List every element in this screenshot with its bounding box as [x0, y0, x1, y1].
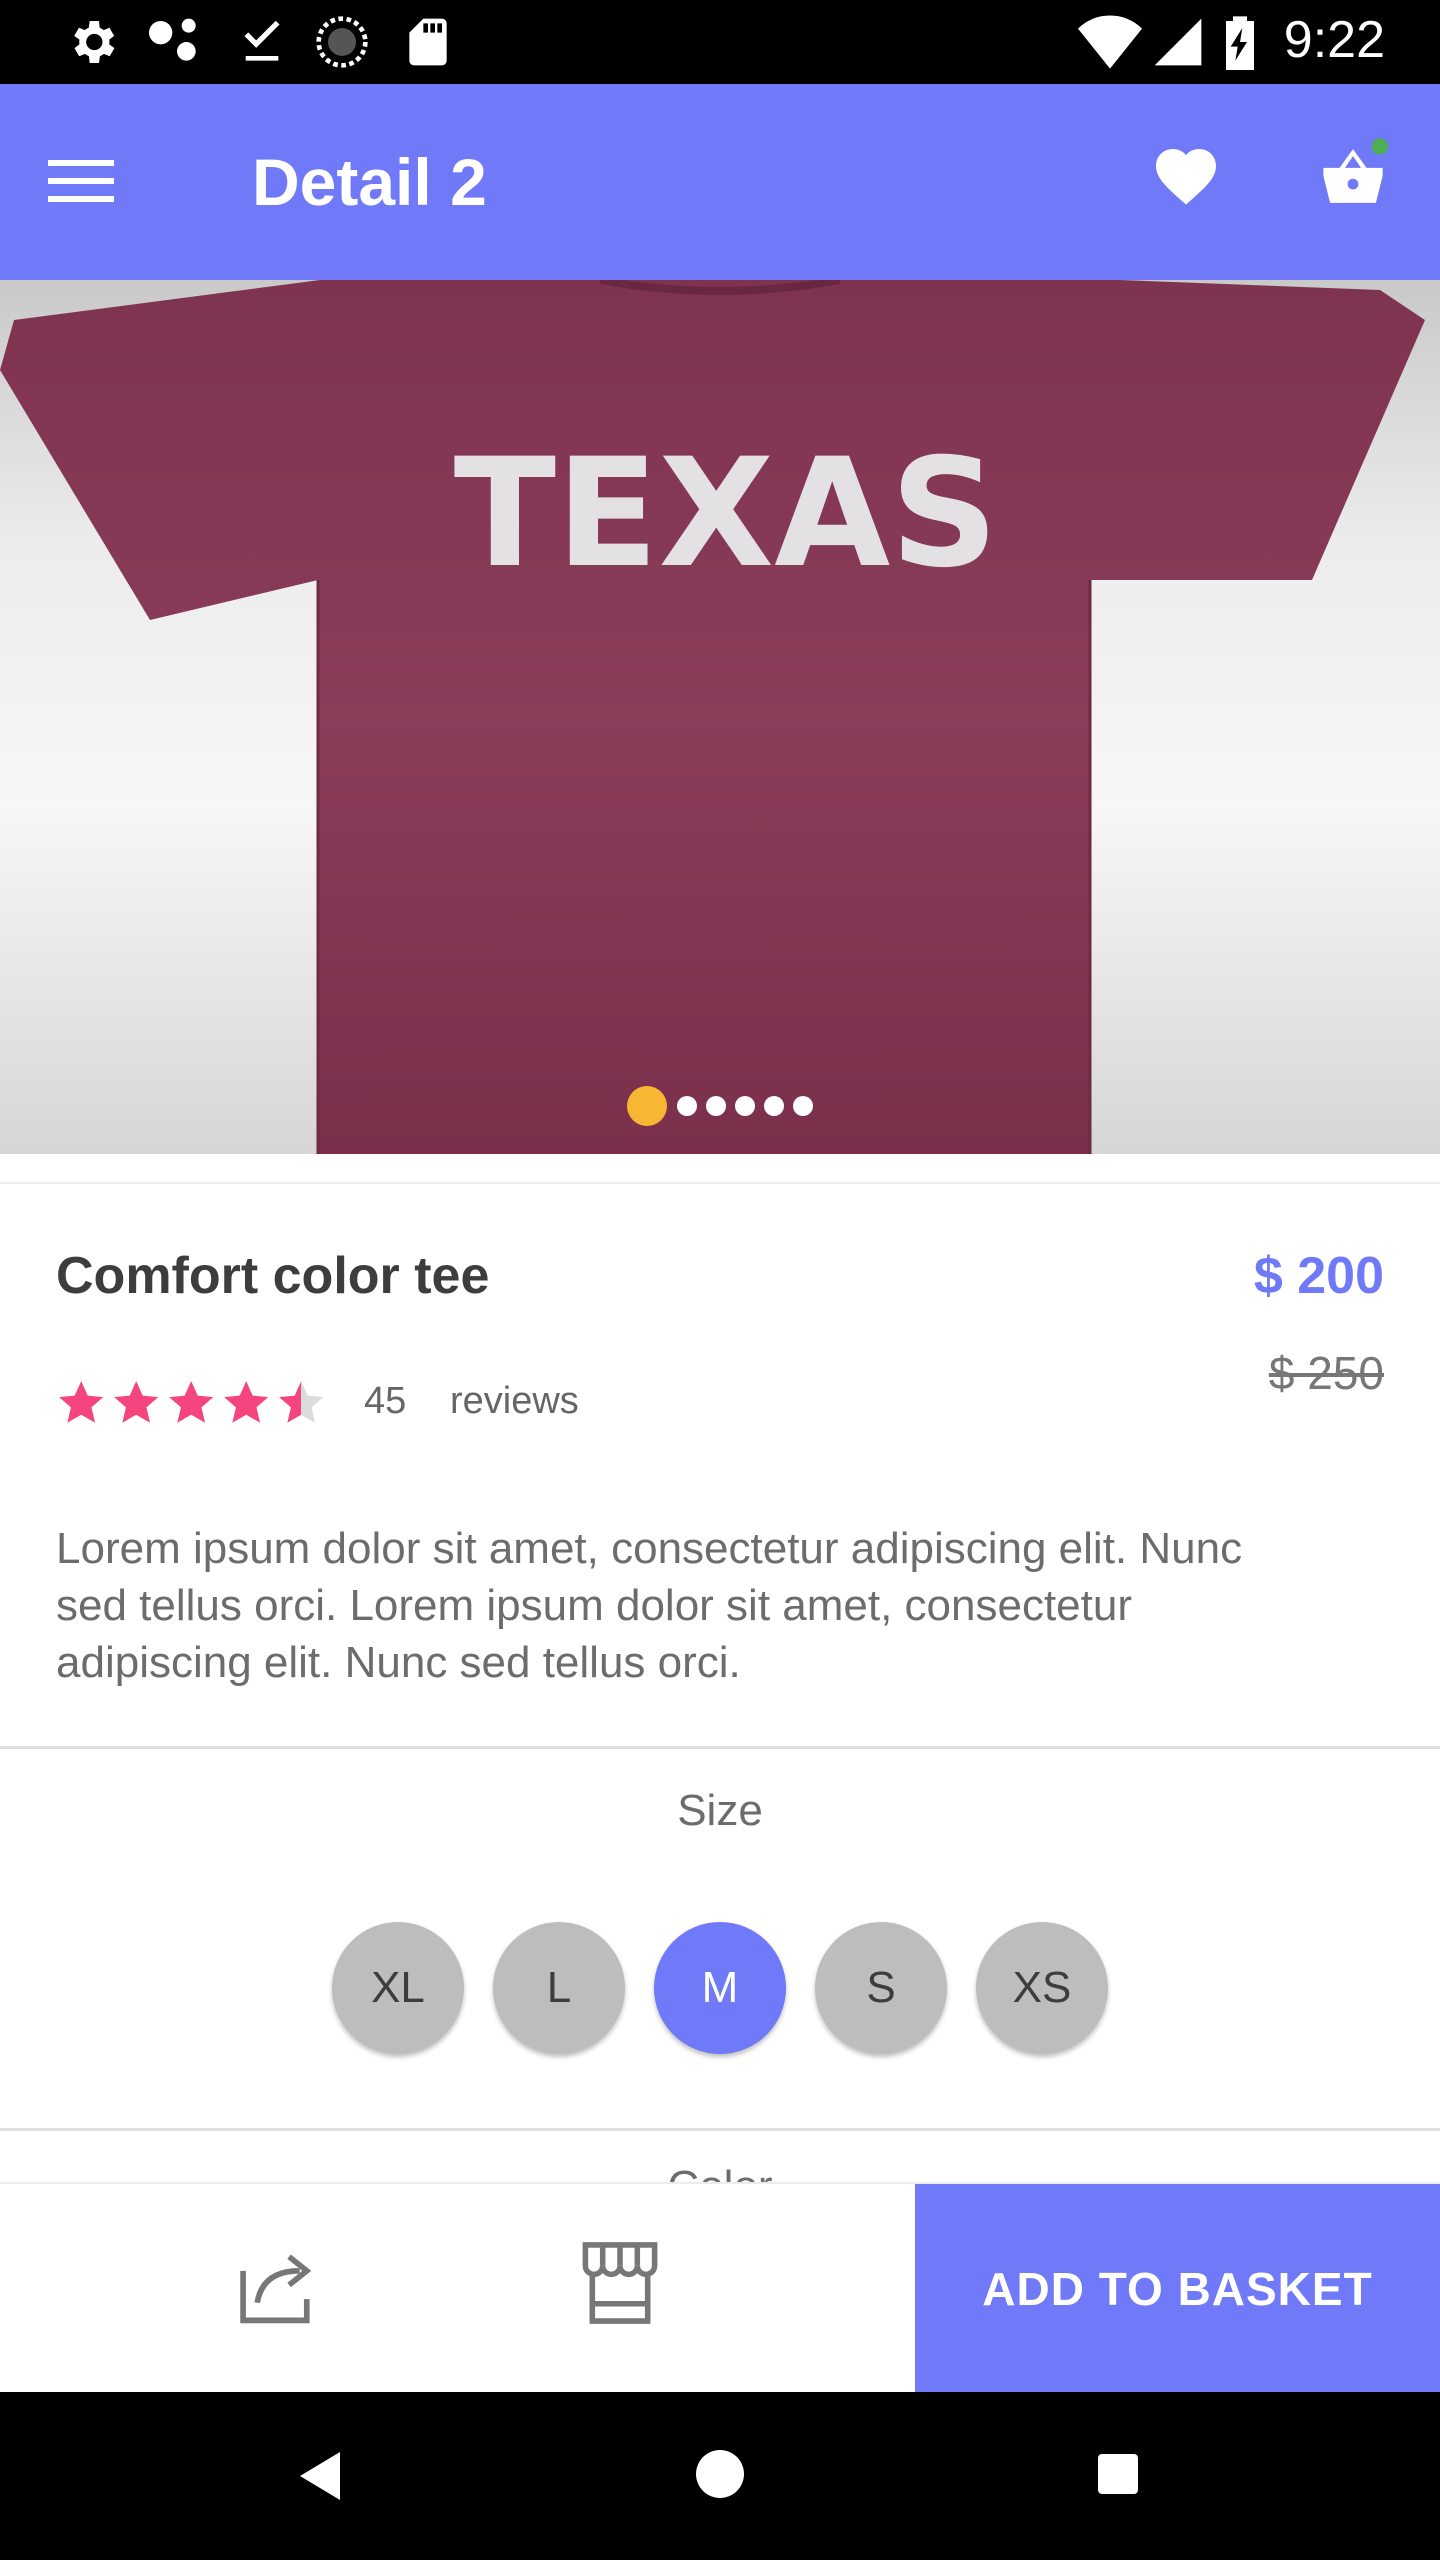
sd-card-icon	[409, 18, 447, 66]
size-option-m[interactable]: M	[654, 1922, 786, 2054]
pager-dot-4[interactable]	[735, 1096, 755, 1116]
size-option-xs[interactable]: XS	[976, 1922, 1108, 2054]
star-rating	[59, 1381, 324, 1423]
share-icon	[240, 2254, 312, 2324]
product-photo: TEXAS	[0, 280, 1425, 1154]
size-label: Size	[677, 1786, 763, 1835]
mesh-icon	[149, 18, 196, 61]
download-done-icon	[244, 20, 280, 61]
star-4	[224, 1381, 269, 1423]
page-title: Detail 2	[252, 145, 487, 219]
system-nav-bar	[0, 2392, 1440, 2560]
reviews-link[interactable]: reviews	[450, 1380, 579, 1423]
star-3	[169, 1381, 214, 1423]
basket-icon	[1323, 138, 1388, 203]
size-option-s[interactable]: S	[815, 1922, 947, 2054]
cart-badge	[1371, 138, 1388, 155]
pager-dot-3[interactable]	[706, 1096, 726, 1116]
wifi-icon	[1078, 15, 1142, 69]
star-5	[279, 1381, 324, 1423]
signal-icon	[1154, 18, 1202, 66]
favorite-button[interactable]	[1150, 140, 1230, 220]
size-selector: XL L M S XS	[0, 1922, 1440, 2054]
store-icon	[582, 2242, 658, 2324]
pager-dot-5[interactable]	[764, 1096, 784, 1116]
star-1	[59, 1381, 104, 1423]
product-old-price: $ 250	[1268, 1347, 1384, 1399]
pager-dot-2[interactable]	[677, 1096, 697, 1116]
app-bar: Detail 2	[0, 84, 1440, 280]
carousel-pager	[0, 1084, 1440, 1128]
status-bar: 9:22	[0, 0, 1440, 84]
status-time: 9:22	[1283, 11, 1385, 69]
divider	[0, 2128, 1440, 2131]
review-count: 45	[364, 1380, 407, 1422]
heart-icon	[1156, 149, 1216, 205]
hamburger-menu-icon	[48, 160, 114, 202]
size-option-xl[interactable]: XL	[332, 1922, 464, 2054]
color-label: Color	[0, 2162, 1440, 2182]
menu-button[interactable]	[48, 140, 148, 224]
sync-circle-icon	[316, 16, 368, 68]
back-icon[interactable]	[298, 2450, 342, 2502]
product-title: Comfort color tee	[56, 1247, 490, 1305]
basket-button[interactable]	[1318, 136, 1398, 226]
battery-charging-icon	[1226, 16, 1254, 70]
pager-dot-1[interactable]	[627, 1086, 667, 1126]
product-price: $ 200	[1253, 1247, 1384, 1305]
shirt-print-text: TEXAS	[454, 427, 999, 601]
size-option-l[interactable]: L	[493, 1922, 625, 2054]
recents-icon[interactable]	[1096, 2452, 1140, 2496]
divider	[0, 1746, 1440, 1749]
bottom-action-bar: ADD TO BASKET	[0, 2182, 1440, 2394]
settings-icon	[74, 21, 115, 63]
share-button[interactable]	[236, 2242, 328, 2342]
star-2	[114, 1381, 159, 1423]
product-image-carousel[interactable]: TEXAS	[0, 280, 1440, 1154]
store-button[interactable]	[578, 2238, 674, 2338]
product-description: Lorem ipsum dolor sit amet, consectetur …	[56, 1524, 1243, 1687]
pager-dot-6[interactable]	[793, 1096, 813, 1116]
add-to-basket-button[interactable]: ADD TO BASKET	[915, 2184, 1440, 2394]
home-icon[interactable]	[694, 2448, 746, 2500]
